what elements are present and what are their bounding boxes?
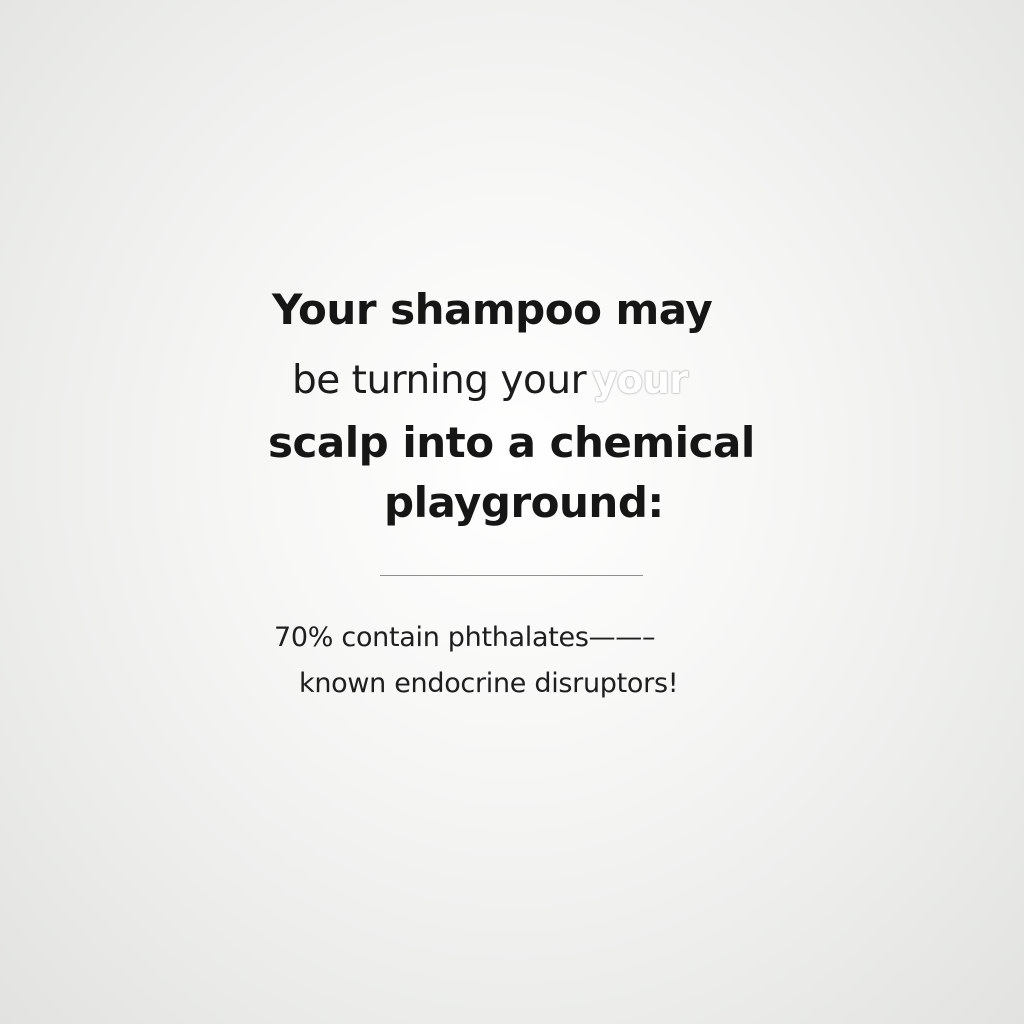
stat-line-2: known endocrine disruptors! — [299, 668, 679, 699]
headline-line-1: Your shampoo may — [272, 285, 713, 334]
headline-line-3: scalp into a chemical — [268, 418, 755, 467]
headline-line-4: playground: — [384, 478, 664, 527]
headline-line-2-text: be turning your — [292, 358, 587, 403]
headline-line-2-ghost-text: your — [592, 358, 688, 403]
headline-line-2: be turning your your — [292, 358, 688, 403]
divider — [380, 575, 643, 576]
stat-line-1: 70% contain phthalates——– — [274, 622, 656, 653]
